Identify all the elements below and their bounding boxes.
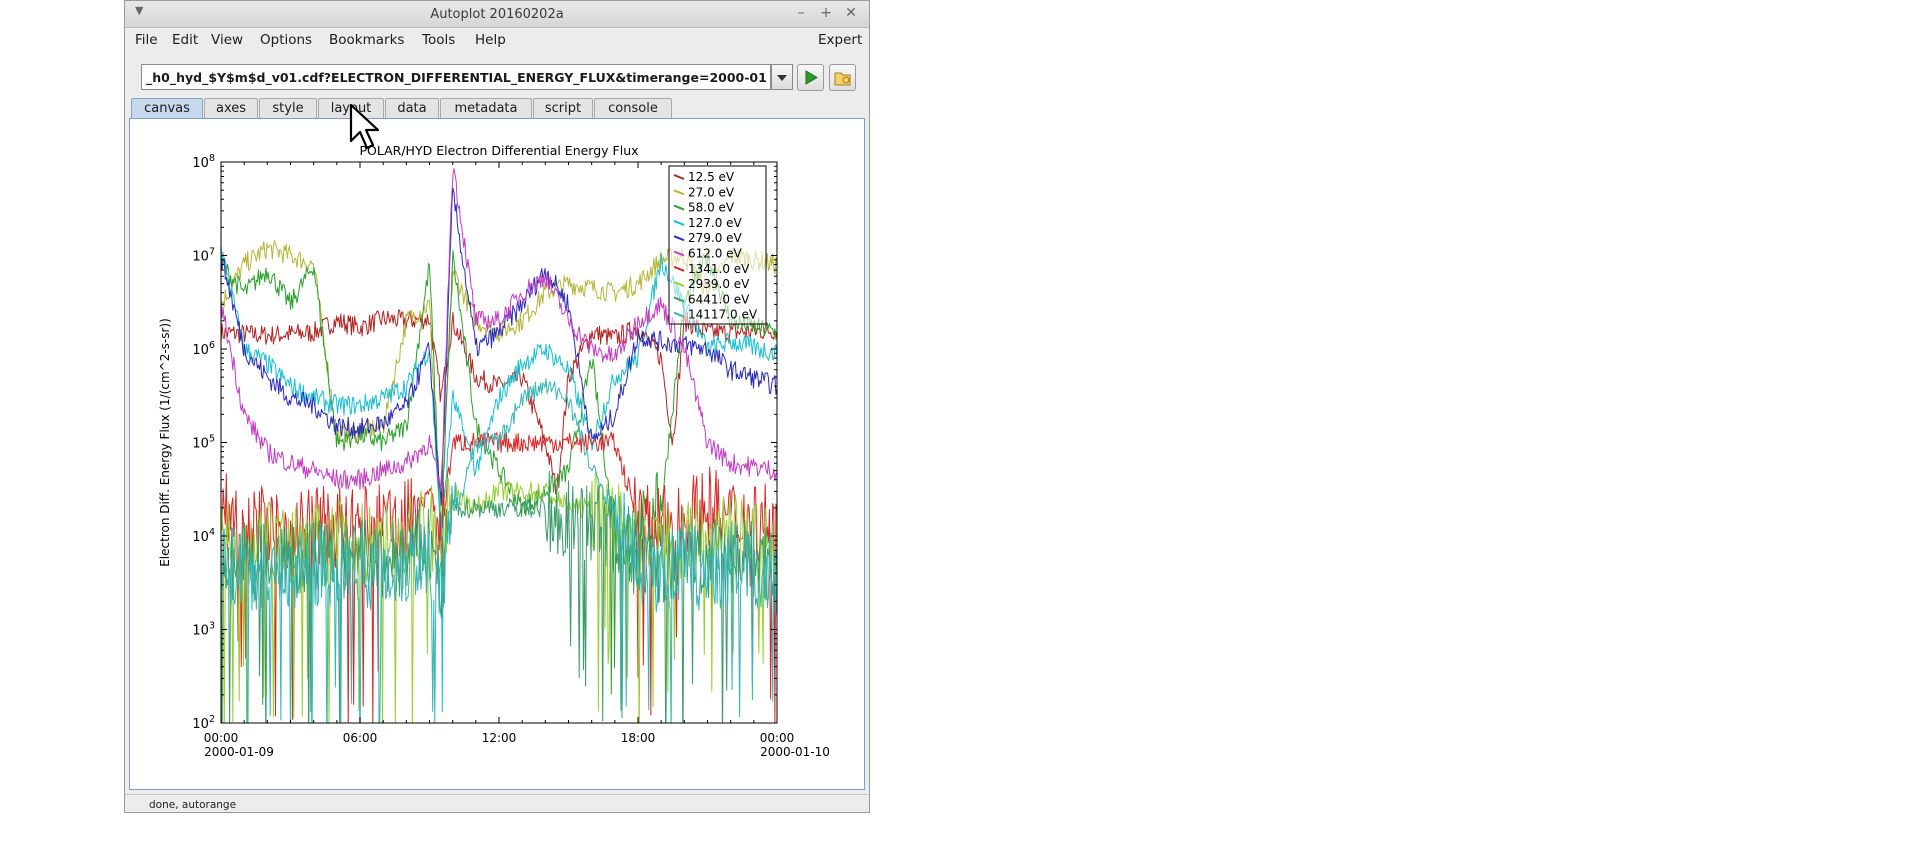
legend-label-5: 612.0 eV <box>688 247 743 261</box>
menu-edit[interactable]: Edit <box>168 28 202 52</box>
legend-label-0: 12.5 eV <box>688 170 735 184</box>
menu-tools[interactable]: Tools <box>418 28 459 52</box>
y-tick-label-6: 108 <box>192 153 215 171</box>
legend-label-9: 14117.0 eV <box>688 308 758 322</box>
legend-label-7: 2939.0 eV <box>688 277 750 291</box>
x-tick-label-0: 00:00 <box>204 731 239 745</box>
canvas-panel: POLAR/HYD Electron Differential Energy F… <box>129 118 865 790</box>
title-bar: ▼ Autoplot 20160202a – + ✕ <box>125 1 869 28</box>
window-title: Autoplot 20160202a <box>430 7 564 22</box>
legend-label-8: 6441.0 eV <box>688 292 750 306</box>
tab-style[interactable]: style <box>259 98 317 118</box>
mouse-cursor-icon <box>349 103 380 150</box>
menu-bookmarks[interactable]: Bookmarks <box>325 28 408 52</box>
menu-expert[interactable]: Expert <box>814 28 866 52</box>
x-tick-label-4: 00:00 <box>760 731 795 745</box>
minimize-icon[interactable]: – <box>793 5 809 21</box>
x-tick-label-1: 06:00 <box>343 731 378 745</box>
y-tick-label-2: 104 <box>192 527 215 545</box>
plot-canvas[interactable]: POLAR/HYD Electron Differential Energy F… <box>132 121 862 787</box>
chart-title: POLAR/HYD Electron Differential Energy F… <box>359 143 638 158</box>
tab-data[interactable]: data <box>385 98 439 118</box>
x-tick-sublabel-0: 2000-01-09 <box>204 745 274 759</box>
tab-console[interactable]: console <box>594 98 672 118</box>
y-tick-label-1: 103 <box>192 621 215 639</box>
status-bar: done, autorange <box>125 794 869 813</box>
y-tick-label-3: 105 <box>192 434 215 452</box>
y-tick-label-0: 102 <box>192 714 215 732</box>
menu-view[interactable]: View <box>207 28 247 52</box>
menu-bar: File Edit View Options Bookmarks Tools H… <box>125 28 869 52</box>
tab-axes[interactable]: axes <box>204 98 258 118</box>
plot-go-button[interactable] <box>797 64 824 91</box>
legend-label-3: 127.0 eV <box>688 216 743 230</box>
menu-file[interactable]: File <box>131 28 162 52</box>
chart-svg[interactable]: POLAR/HYD Electron Differential Energy F… <box>132 121 862 787</box>
status-text: done, autorange <box>149 799 237 811</box>
play-icon <box>805 70 818 85</box>
menu-help[interactable]: Help <box>471 28 510 52</box>
legend-label-1: 27.0 eV <box>688 185 735 199</box>
folder-icon <box>834 72 851 86</box>
tab-canvas[interactable]: canvas <box>131 98 203 119</box>
y-axis-label: Electron Diff. Energy Flux (1/(cm^2-s-sr… <box>158 318 172 567</box>
close-icon[interactable]: ✕ <box>843 5 859 21</box>
tab-script[interactable]: script <box>533 98 593 118</box>
data-set-selector[interactable] <box>141 64 771 90</box>
browse-button[interactable] <box>829 64 856 91</box>
y-tick-label-4: 106 <box>192 340 215 358</box>
legend-label-4: 279.0 eV <box>688 231 743 245</box>
x-tick-label-3: 18:00 <box>621 731 656 745</box>
url-history-dropdown[interactable] <box>771 64 793 90</box>
legend-label-2: 58.0 eV <box>688 201 735 215</box>
autoplot-window: ▼ Autoplot 20160202a – + ✕ File Edit Vie… <box>124 0 870 813</box>
legend-label-6: 1341.0 eV <box>688 262 750 276</box>
tab-metadata[interactable]: metadata <box>440 98 532 118</box>
x-tick-label-2: 12:00 <box>482 731 517 745</box>
maximize-icon[interactable]: + <box>818 5 834 21</box>
x-tick-sublabel-4: 2000-01-10 <box>760 745 830 759</box>
menu-options[interactable]: Options <box>256 28 316 52</box>
y-tick-label-5: 107 <box>192 247 215 265</box>
url-input[interactable] <box>142 65 770 89</box>
